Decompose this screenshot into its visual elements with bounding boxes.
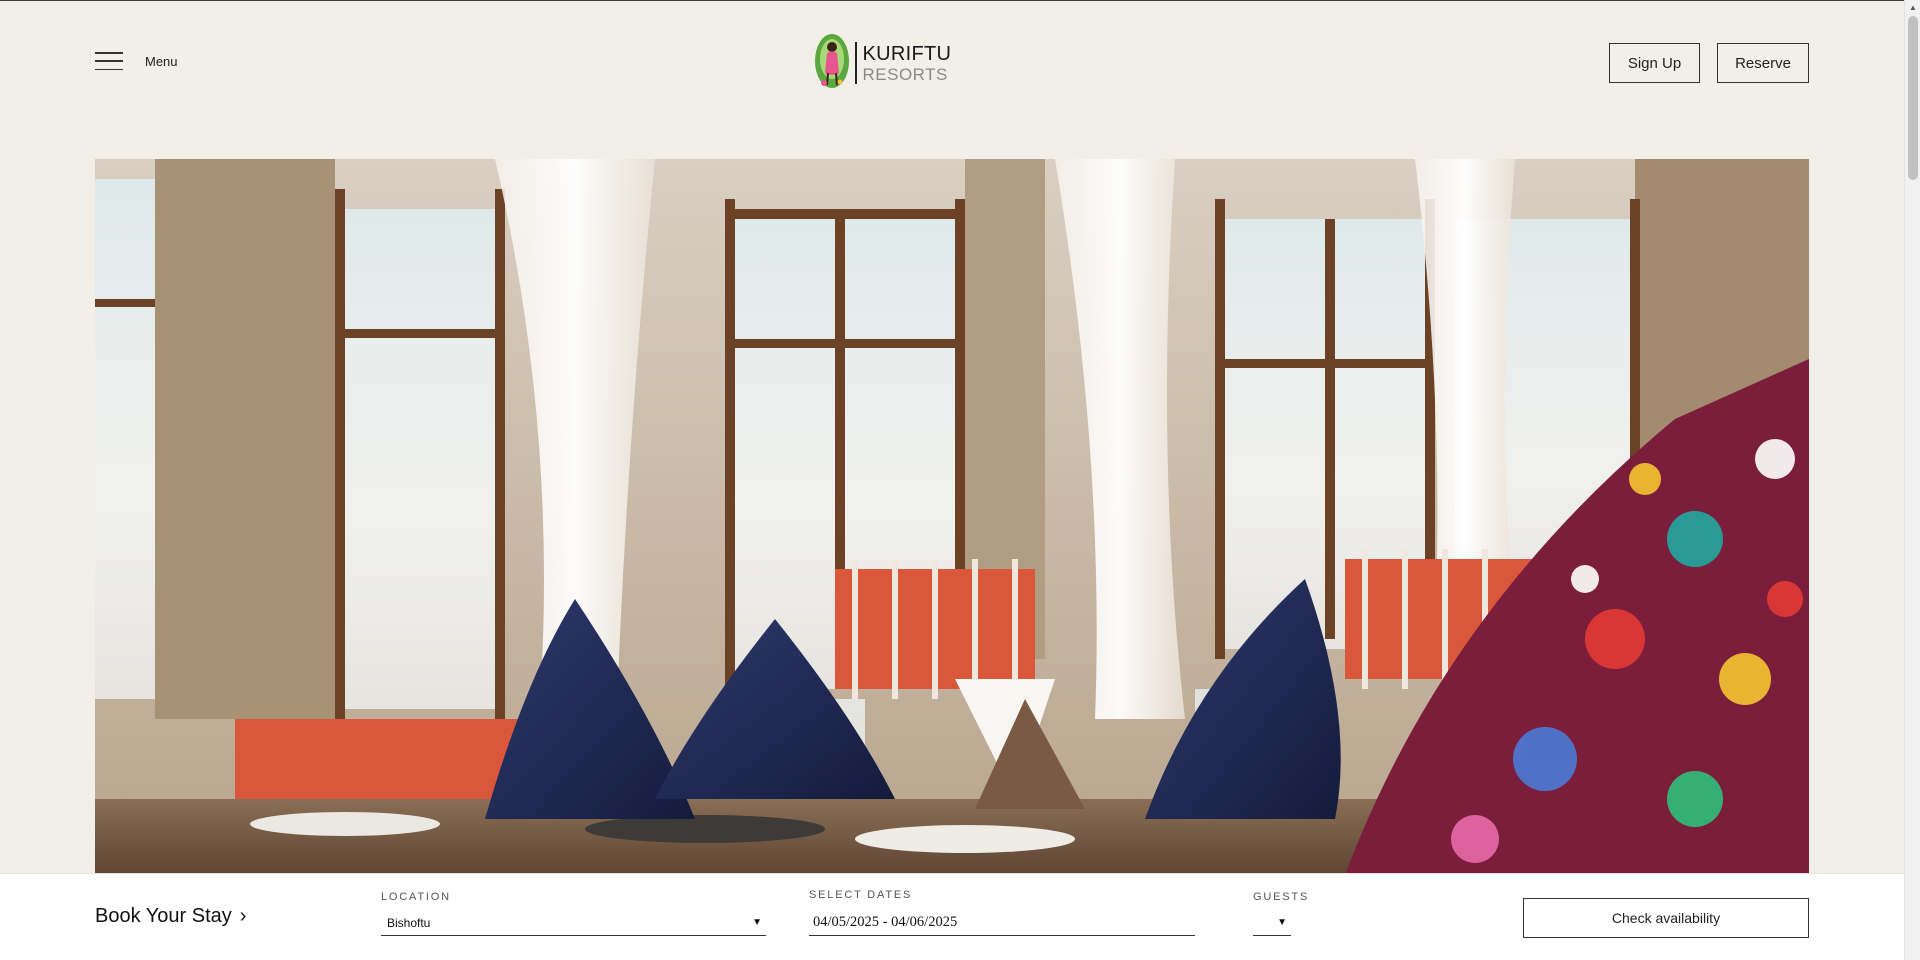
site-header: Menu KURIFTU RESORTS Sign Up Reserve — [0, 0, 1904, 130]
hamburger-icon — [95, 52, 123, 70]
booking-bar: Book Your Stay › LOCATION Bishoftu ▼ SEL… — [0, 873, 1904, 960]
guests-select[interactable]: ▼ — [1253, 910, 1291, 936]
menu-button[interactable]: Menu — [95, 52, 178, 70]
menu-label: Menu — [145, 53, 178, 69]
logo-emblem-icon — [815, 34, 849, 88]
chevron-down-icon: ▼ — [752, 917, 762, 928]
logo-line1: KURIFTU — [862, 42, 952, 65]
location-select[interactable]: Bishoftu ▼ — [381, 910, 766, 936]
dates-input[interactable]: 04/05/2025 - 04/06/2025 — [809, 910, 1195, 936]
logo-line2: RESORTS — [862, 64, 948, 84]
scroll-up-arrow-icon[interactable]: ▲ — [1905, 0, 1920, 14]
hero-image — [95, 159, 1809, 875]
restaurant-photo-icon — [95, 159, 1809, 875]
book-your-stay-link[interactable]: Book Your Stay › — [95, 905, 246, 928]
site-logo[interactable]: KURIFTU RESORTS — [813, 33, 951, 93]
location-label: LOCATION — [381, 891, 451, 903]
check-availability-button[interactable]: Check availability — [1523, 898, 1809, 938]
select-dates-label: SELECT DATES — [809, 889, 913, 901]
chevron-right-icon: › — [239, 905, 247, 927]
vertical-scrollbar[interactable]: ▲ — [1904, 0, 1920, 960]
logo-wordmark: KURIFTU RESORTS — [863, 44, 952, 83]
guests-label: GUESTS — [1253, 891, 1310, 903]
scroll-thumb[interactable] — [1908, 16, 1918, 180]
logo-divider — [855, 42, 857, 84]
chevron-down-icon: ▼ — [1277, 917, 1287, 928]
reserve-button[interactable]: Reserve — [1717, 43, 1809, 83]
book-your-stay-label: Book Your Stay — [95, 905, 232, 927]
location-value: Bishoftu — [387, 915, 431, 930]
sign-up-button[interactable]: Sign Up — [1609, 43, 1700, 83]
dates-value: 04/05/2025 - 04/06/2025 — [813, 914, 958, 930]
